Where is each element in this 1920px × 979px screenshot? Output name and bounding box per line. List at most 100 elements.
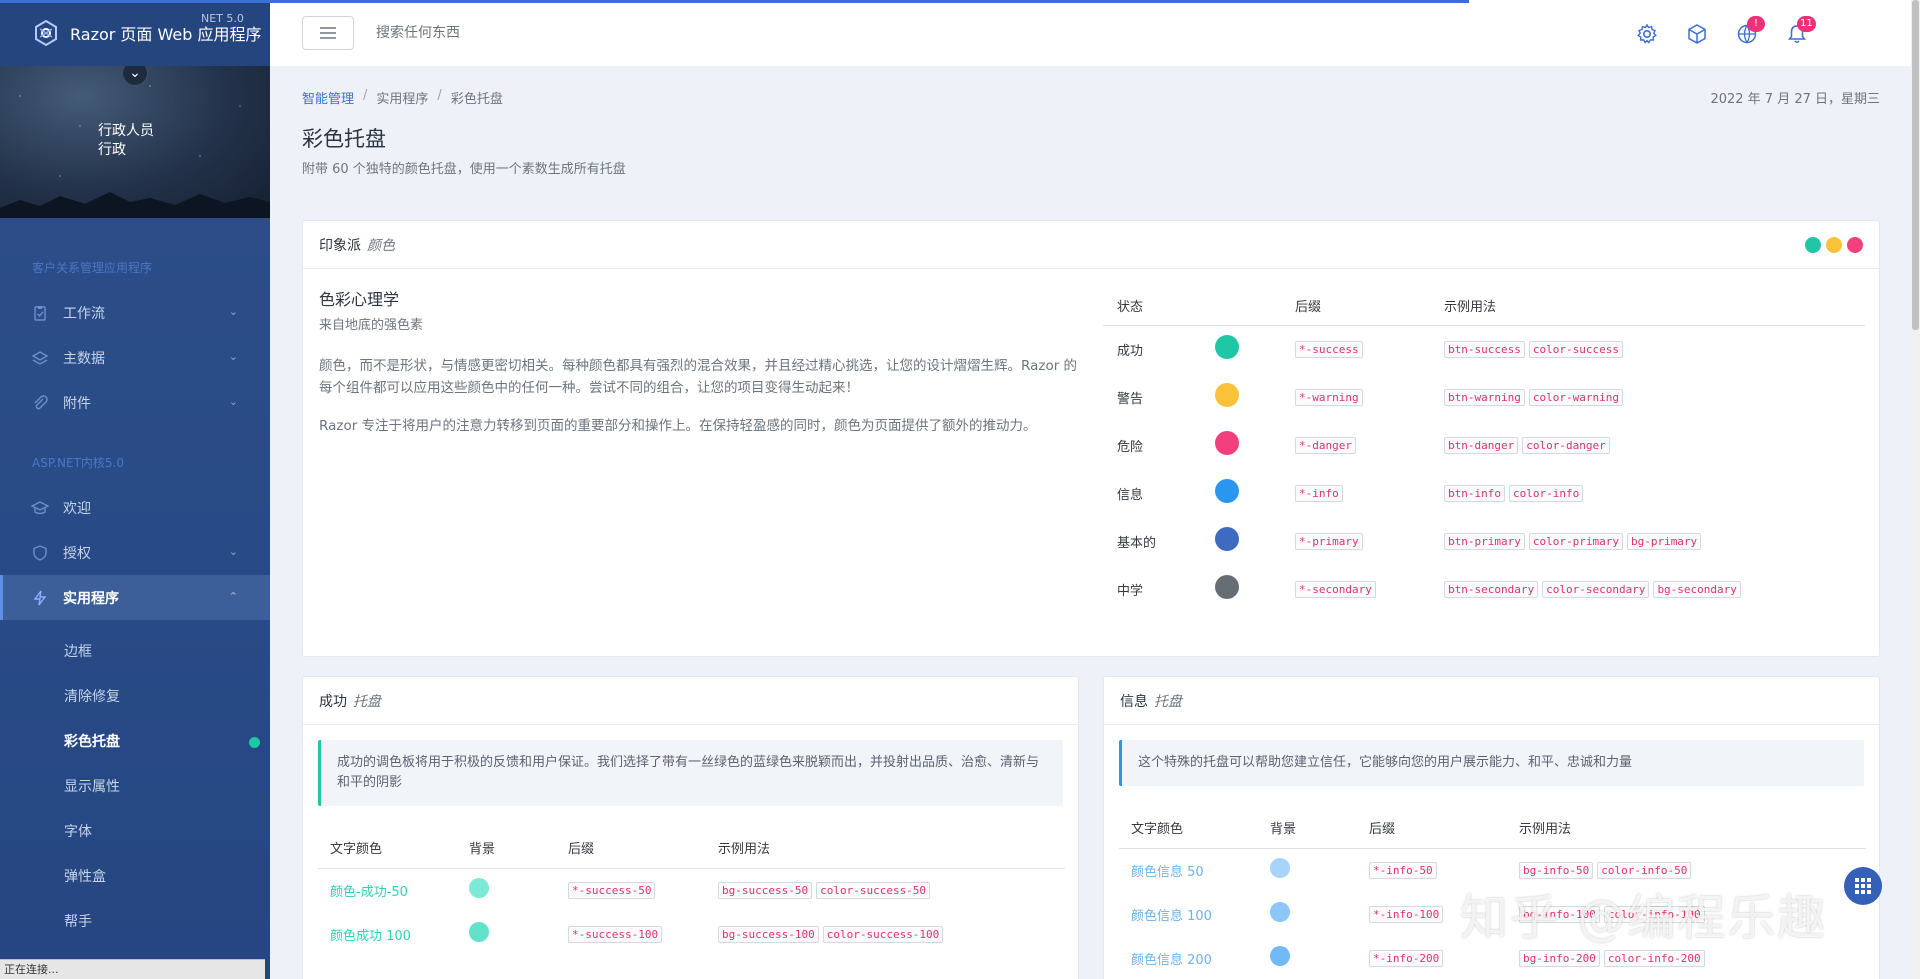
sidebar-subitem-display[interactable]: 显示属性 (0, 765, 270, 810)
sidebar-item-attachments[interactable]: 附件 ⌄ (0, 380, 270, 425)
state-cell: 基本的 (1117, 535, 1157, 551)
color-dot-success (1805, 236, 1821, 253)
psychology-paragraph-1: 颜色，而不是形状，与情感更密切相关。每种颜色都具有强烈的混合效果，并且经过精心挑… (319, 358, 1078, 396)
code-pill: *-success (1295, 340, 1363, 358)
breadcrumb-separator: / (363, 88, 368, 103)
code-pill: color-info-200 (1603, 949, 1705, 967)
usage-cell: btn-primary color-primary bg-primary (1444, 517, 1865, 565)
card-header: 信息 托盘 (1104, 677, 1879, 725)
state-cell: 中学 (1117, 583, 1144, 599)
card-header: 成功 托盘 (303, 677, 1078, 725)
globe-icon[interactable]: ! (1735, 16, 1765, 46)
sidebar-item-utilities[interactable]: 实用程序 ⌃ (0, 575, 270, 620)
keypad-fab-button[interactable] (1844, 867, 1882, 905)
sidebar-item-welcome[interactable]: 欢迎 (0, 485, 270, 530)
sidebar-item-label: 主数据 (63, 350, 105, 367)
code-pill: color-success-50 (816, 881, 931, 899)
background-cell (1270, 848, 1369, 892)
active-indicator-dot (249, 737, 260, 748)
usage-cell: btn-warning color-warning (1444, 373, 1865, 421)
color-dot-warning (1826, 236, 1842, 253)
th-suffix: 后缀 (568, 842, 595, 858)
code-pill: *-info-50 (1369, 861, 1437, 879)
cube-icon[interactable] (1685, 22, 1709, 46)
info-note: 这个特殊的托盘可以帮助您建立信任，它能够向您的用户展示能力、和平、忠诚和力量 (1119, 740, 1864, 786)
graduation-cap-icon (31, 499, 49, 517)
breadcrumb-link-utilities[interactable]: 实用程序 (376, 88, 428, 107)
scrollbar-thumb[interactable] (1912, 0, 1919, 330)
text-color-cell: 颜色-成功-50 (330, 884, 408, 900)
color-swatch (1270, 946, 1290, 966)
sidebar-subitem-typography[interactable]: 字体 (0, 810, 270, 855)
settings-gear-icon[interactable] (1635, 22, 1659, 46)
code-pill: *-warning (1295, 388, 1363, 406)
profile-panel: ⌄ 行政人员 行政 (0, 66, 270, 218)
code-pill: bg-success-50 (718, 881, 813, 899)
brand[interactable]: Razor 页面 Web 应用程序 NET 5.0 (0, 0, 270, 66)
card-title: 印象派 (319, 237, 361, 254)
sidebar-item-label: 欢迎 (63, 500, 91, 517)
sidebar-subitem-clearfix[interactable]: 清除修复 (0, 675, 270, 720)
card-title: 信息 (1120, 693, 1148, 710)
sidebar-item-authorization[interactable]: 授权 ⌄ (0, 530, 270, 575)
table-row: 信息 *-info btn-info color-info (1103, 469, 1865, 517)
main-content: 智能管理 / 实用程序 / 彩色托盘 2022 年 7 月 27 日，星期三 彩… (302, 66, 1880, 979)
color-swatch (1270, 902, 1290, 922)
sidebar-item-master-data[interactable]: 主数据 ⌄ (0, 335, 270, 380)
bolt-icon (31, 589, 49, 607)
color-cell (1215, 517, 1295, 565)
state-cell: 危险 (1117, 439, 1144, 455)
sidebar-subitem-helpers[interactable]: 帮手 (0, 900, 270, 945)
code-pill: *-info-200 (1369, 949, 1444, 967)
sidebar-item-workflow[interactable]: 工作流 ⌄ (0, 290, 270, 335)
sidebar: Razor 页面 Web 应用程序 NET 5.0 ⌄ 行政人员 行政 客户关系… (0, 0, 270, 979)
color-swatch (469, 922, 489, 942)
app-version: NET 5.0 (201, 12, 244, 25)
code-pill: btn-success (1444, 340, 1525, 358)
color-swatch (1215, 431, 1239, 455)
sidebar-item-label: 附件 (63, 395, 91, 412)
chevron-up-icon: ⌃ (228, 590, 238, 603)
code-pill: btn-secondary (1444, 580, 1539, 598)
table-row: 成功 *-success btn-success color-success (1103, 325, 1865, 373)
usage-cell: bg-success-50 color-success-50 (718, 868, 1065, 912)
mountain-silhouette (0, 192, 270, 218)
psychology-title: 色彩心理学 (319, 290, 400, 309)
profile-name[interactable]: 行政人员 行政 (98, 122, 154, 160)
table-header-row: 文字颜色 背景 后缀 示例用法 (1119, 808, 1866, 848)
code-pill: *-danger (1295, 436, 1356, 454)
nav-section-crm: 客户关系管理应用程序 (32, 261, 153, 275)
suffix-cell: *-info (1295, 469, 1444, 517)
usage-cell: btn-secondary color-secondary bg-secondary (1444, 565, 1865, 613)
card-title: 成功 (319, 693, 347, 710)
text-color-cell: 颜色信息 200 (1131, 952, 1212, 968)
table-row: 颜色-成功-50 *-success-50 bg-success-50 color-s… (318, 868, 1065, 912)
th-state: 状态 (1117, 300, 1144, 316)
card-title-em: 托盘 (1154, 693, 1182, 710)
bell-icon[interactable]: 11 (1785, 16, 1816, 46)
sidebar-subitem-color-palette[interactable]: 彩色托盘 (0, 720, 270, 765)
code-pill: bg-secondary (1653, 580, 1741, 598)
hamburger-menu-button[interactable] (302, 16, 354, 50)
sidebar-subitem-borders[interactable]: 边框 (0, 630, 270, 675)
page-scrollbar[interactable] (1911, 0, 1920, 979)
state-cell: 信息 (1117, 487, 1144, 503)
sidebar-subitem-flexbox[interactable]: 弹性盒 (0, 855, 270, 900)
breadcrumb-link-home[interactable]: 智能管理 (302, 88, 354, 107)
code-pill: *-success-50 (568, 881, 656, 899)
code-pill: *-primary (1295, 532, 1363, 550)
suffix-cell: *-success-100 (568, 912, 718, 956)
th-suffix: 后缀 (1295, 300, 1322, 316)
nav-section-aspnet: ASP.NET内核5.0 (32, 456, 124, 470)
th-text-color: 文字颜色 (1131, 822, 1184, 838)
breadcrumb-separator: / (437, 88, 442, 103)
table-row: 基本的 *-primary btn-primary color-primary bg-p… (1103, 517, 1865, 565)
suffix-cell: *-warning (1295, 373, 1444, 421)
search-input[interactable] (376, 25, 776, 41)
background-cell (469, 912, 568, 956)
code-pill: color-info (1508, 484, 1584, 502)
current-date: 2022 年 7 月 27 日，星期三 (1710, 92, 1880, 107)
usage-cell: bg-success-100 color-success-100 (718, 912, 1065, 956)
color-swatch (1215, 335, 1239, 360)
background-cell (1270, 892, 1369, 936)
